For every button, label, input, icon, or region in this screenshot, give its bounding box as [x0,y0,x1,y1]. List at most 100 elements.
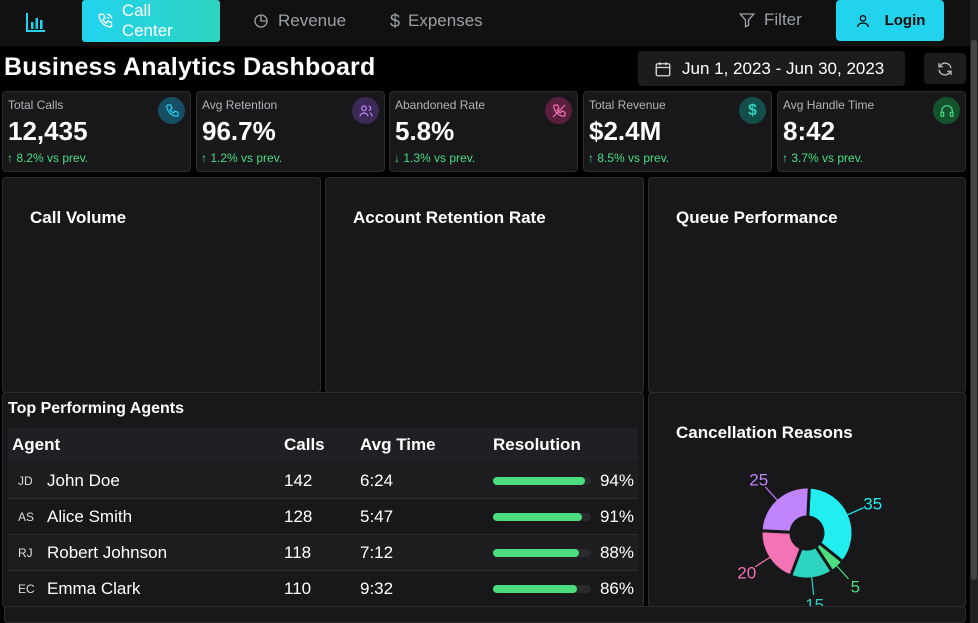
resolution-bar [493,477,591,485]
agent-name: Robert Johnson [47,543,168,562]
user-icon [856,14,869,27]
header-resolution[interactable]: Resolution [493,435,581,455]
kpi-card-total-calls: Total Calls 12,435 ↑ 8.2% vs prev. [2,91,191,172]
kpi-label: Total Calls [8,98,64,112]
kpi-value: $2.4M [589,116,662,146]
kpi-change: ↑ 8.5% vs prev. [588,151,670,165]
kpi-value: 5.8% [395,116,455,146]
resolution-bar [493,585,591,593]
resolution-percent: 91% [599,507,634,526]
slice-label: 35 [863,495,882,514]
tab-label: Expenses [408,11,483,30]
login-button[interactable]: Login [836,0,944,41]
filter-label: Filter [764,10,802,29]
agent-name: Alice Smith [47,507,133,526]
agent-calls: 142 [284,471,313,490]
pie-chart-icon [254,14,268,28]
date-range-picker[interactable]: Jun 1, 2023 - Jun 30, 2023 [638,51,905,86]
kpi-change: ↑ 8.2% vs prev. [7,151,89,165]
kpi-card-avg-handle-time: Avg Handle Time 8:42 ↑ 3.7% vs prev. [777,91,966,172]
kpi-card-abandoned-rate: Abandoned Rate 5.8% ↓ 1.3% vs prev. [389,91,578,172]
donut-slice [759,485,811,534]
dollar-icon: $ [739,97,766,124]
resolution-bar-fill [493,549,580,557]
page-title: Business Analytics Dashboard [4,53,376,81]
queue-panel: Queue Performance 5522018:0020:0023:00 [648,177,966,393]
bar-chart-icon[interactable] [22,8,50,36]
resolution-bar [493,513,591,521]
header-avg-time[interactable]: Avg Time [360,435,436,455]
phone-icon [98,13,113,28]
resolution-percent: 86% [599,579,634,598]
agents-title: Top Performing Agents [8,400,184,417]
dollar-icon: $ [390,10,401,31]
tab-call-center[interactable]: Call Center [82,0,220,42]
resolution-percent: 94% [599,471,634,490]
tab-label: Revenue [278,11,347,30]
refresh-button[interactable] [924,53,966,84]
tab-label: Call Center [121,1,173,40]
agent-initials: JD [18,474,33,488]
kpi-card-total-revenue: Total Revenue $2.4M ↑ 8.5% vs prev. $ [583,91,772,172]
kpi-change: ↓ 1.3% vs prev. [394,151,476,165]
users-icon [352,97,379,124]
kpi-label: Total Revenue [589,98,666,112]
agent-name: Emma Clark [47,579,141,598]
scrollbar-thumb[interactable] [971,40,977,580]
kpi-card-avg-retention: Avg Retention 96.7% ↑ 1.2% vs prev. [196,91,385,172]
resolution-bar [493,549,591,557]
kpi-label: Abandoned Rate [395,98,486,112]
agent-calls: 118 [284,543,312,562]
table-row[interactable]: JD John Doe 142 6:24 94% [8,463,638,499]
kpi-change: ↑ 3.7% vs prev. [782,151,864,165]
phone-icon [158,97,185,124]
login-label: Login [884,12,926,29]
agent-calls: 110 [284,579,312,598]
resolution-bar-fill [493,585,578,593]
agent-initials: AS [18,510,35,524]
kpi-label: Avg Handle Time [783,98,875,112]
page-scrollbar[interactable] [970,0,978,623]
refresh-icon [938,62,952,75]
bottom-panel [4,606,966,623]
agent-name: John Doe [47,471,120,490]
retention-panel: Account Retention Rate 93100FebMayJulSep… [325,177,644,393]
slice-label: 20 [737,563,756,582]
kpi-label: Avg Retention [202,98,278,112]
tab-expenses[interactable]: $ Expenses [376,0,497,42]
kpi-value: 8:42 [783,116,836,146]
table-row[interactable]: RJ Robert Johnson 118 7:12 88% [8,535,638,571]
filter-button[interactable]: Filter [726,0,814,40]
agent-calls: 128 [284,507,313,526]
slice-label: 25 [749,471,768,490]
agent-avg-time: 9:32 [360,579,394,598]
slice-leader-line [834,563,850,580]
kpi-change: ↑ 1.2% vs prev. [201,151,283,165]
tab-revenue[interactable]: Revenue [238,0,360,42]
header-calls[interactable]: Calls [284,435,325,455]
agent-avg-time: 5:47 [360,507,394,526]
cancellation-donut-chart: 355152025 [737,471,882,609]
resolution-percent: 88% [599,543,634,562]
table-header: Agent Calls Avg Time Resolution [8,428,638,462]
kpi-value: 12,435 [8,116,88,146]
calendar-icon [655,61,671,76]
phone-off-icon [545,97,572,124]
table-row[interactable]: EC Emma Clark 110 9:32 86% [8,571,638,607]
agent-avg-time: 6:24 [360,471,394,490]
filter-icon [738,13,756,28]
cancellation-panel: Cancellation Reasons 35 5 15 20 25 [648,392,966,609]
agent-initials: RJ [18,546,33,560]
call-volume-panel: Call Volume 7028001:0006:0011:0017:0022:… [2,177,321,393]
kpi-value: 96.7% [202,116,276,146]
resolution-bar-fill [493,513,583,521]
call-volume-chart: 7028001:0006:0011:0017:0022:00 [3,178,322,394]
table-row[interactable]: AS Alice Smith 128 5:47 91% [8,499,638,535]
date-range-label: Jun 1, 2023 - Jun 30, 2023 [682,58,885,78]
retention-chart: 93100FebMayJulSepDec [326,178,645,394]
header-agent[interactable]: Agent [12,435,60,455]
resolution-bar-fill [493,477,586,485]
queue-chart: 5522018:0020:0023:00 [649,178,967,394]
agent-initials: EC [18,582,35,596]
slice-label: 5 [851,577,860,596]
